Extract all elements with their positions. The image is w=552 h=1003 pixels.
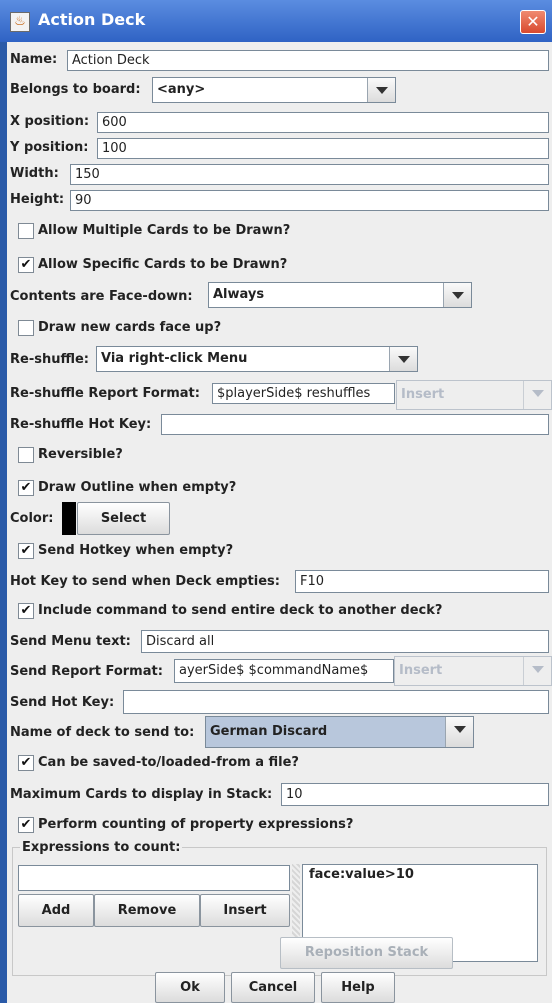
saveable-checkbox[interactable]: ✔ [18, 755, 34, 771]
facedown-select[interactable]: Always [208, 282, 472, 308]
max-cards-field[interactable]: 10 [281, 783, 549, 806]
deck-to-select-value: German Discard [210, 724, 328, 739]
ok-button[interactable]: Ok [155, 972, 225, 1003]
send-insert-value: Insert [399, 663, 443, 678]
hotkey-empty-field[interactable]: F10 [295, 570, 549, 593]
name-label: Name: [10, 52, 58, 67]
x-position-label: X position: [10, 114, 90, 129]
send-insert-select: Insert [394, 656, 552, 686]
send-menu-field[interactable]: Discard all [141, 630, 549, 653]
expression-input[interactable] [18, 865, 290, 891]
allow-multiple-label: Allow Multiple Cards to be Drawn? [38, 223, 291, 238]
window-title: Action Deck [38, 10, 146, 29]
facedown-select-value: Always [213, 287, 265, 302]
counting-label: Perform counting of property expressions… [38, 817, 354, 832]
send-hotkey-label: Send Hot Key: [10, 695, 115, 710]
send-hotkey-empty-checkbox[interactable]: ✔ [18, 543, 34, 559]
width-field[interactable]: 150 [70, 164, 549, 185]
color-label: Color: [10, 511, 54, 526]
name-field[interactable]: Action Deck [67, 50, 549, 71]
width-label: Width: [10, 166, 59, 181]
reshuffle-report-field[interactable]: $playerSide$ reshuffles [212, 383, 395, 404]
draw-face-up-checkbox[interactable] [18, 320, 34, 336]
java-cup-icon: ♨ [10, 12, 30, 32]
facedown-label: Contents are Face-down: [10, 289, 193, 304]
reshuffle-insert-select: Insert [396, 380, 552, 410]
send-hotkey-empty-label: Send Hotkey when empty? [38, 543, 234, 558]
x-position-field[interactable]: 600 [97, 112, 549, 133]
reversible-label: Reversible? [38, 447, 123, 462]
draw-outline-label: Draw Outline when empty? [38, 480, 237, 495]
chevron-down-icon[interactable] [443, 283, 471, 307]
chevron-down-icon [523, 657, 551, 685]
allow-multiple-checkbox[interactable] [18, 223, 34, 239]
reshuffle-hotkey-field[interactable] [161, 414, 549, 435]
max-cards-label: Maximum Cards to display in Stack: [10, 787, 273, 802]
list-item[interactable]: face:value>10 [309, 867, 531, 882]
reversible-checkbox[interactable] [18, 447, 34, 463]
board-select[interactable]: <any> [152, 77, 396, 103]
hotkey-empty-label: Hot Key to send when Deck empties: [10, 574, 280, 589]
cancel-button[interactable]: Cancel [231, 972, 315, 1003]
deck-to-label: Name of deck to send to: [10, 725, 195, 740]
send-hotkey-field[interactable] [123, 690, 549, 714]
include-command-label: Include command to send entire deck to a… [38, 603, 443, 618]
dialog-window: ♨ Action Deck ✕ Name: Action Deck Belong… [0, 0, 552, 1003]
deck-to-select[interactable]: German Discard [205, 716, 474, 748]
reshuffle-insert-value: Insert [401, 387, 445, 402]
include-command-checkbox[interactable]: ✔ [18, 603, 34, 619]
draw-outline-checkbox[interactable]: ✔ [18, 480, 34, 496]
board-label: Belongs to board: [10, 82, 141, 97]
height-label: Height: [10, 192, 65, 207]
send-menu-label: Send Menu text: [10, 634, 131, 649]
insert-expression-button[interactable]: Insert [200, 894, 290, 927]
y-position-field[interactable]: 100 [97, 138, 549, 159]
draw-face-up-label: Draw new cards face up? [38, 320, 222, 335]
chevron-down-icon [523, 381, 551, 409]
saveable-label: Can be saved-to/loaded-from a file? [38, 755, 299, 770]
select-color-button[interactable]: Select [77, 502, 170, 535]
allow-specific-checkbox[interactable]: ✔ [18, 257, 34, 273]
remove-expression-button[interactable]: Remove [94, 894, 200, 927]
close-icon[interactable]: ✕ [520, 10, 546, 34]
color-swatch [62, 502, 76, 535]
chevron-down-icon[interactable] [389, 347, 417, 371]
expressions-group-title: Expressions to count: [20, 840, 183, 856]
y-position-label: Y position: [10, 140, 89, 155]
reshuffle-label: Re-shuffle: [10, 352, 89, 367]
counting-checkbox[interactable]: ✔ [18, 817, 34, 833]
allow-specific-label: Allow Specific Cards to be Drawn? [38, 257, 288, 272]
board-select-value: <any> [157, 82, 206, 97]
add-expression-button[interactable]: Add [18, 894, 94, 927]
chevron-down-icon[interactable] [367, 78, 395, 102]
send-report-field[interactable]: ayerSide$ $commandName$ [174, 659, 394, 683]
reshuffle-report-label: Re-shuffle Report Format: [10, 386, 200, 401]
chevron-down-icon[interactable] [445, 717, 473, 747]
reshuffle-hotkey-label: Re-shuffle Hot Key: [10, 417, 152, 432]
reshuffle-select-value: Via right-click Menu [101, 351, 248, 366]
title-bar[interactable]: ♨ Action Deck ✕ [0, 0, 552, 42]
reposition-stack-button: Reposition Stack [280, 937, 453, 969]
dialog-content: Name: Action Deck Belongs to board: <any… [7, 42, 552, 1003]
reshuffle-select[interactable]: Via right-click Menu [96, 346, 418, 372]
height-field[interactable]: 90 [70, 190, 549, 211]
help-button[interactable]: Help [321, 972, 395, 1003]
send-report-label: Send Report Format: [10, 664, 163, 679]
